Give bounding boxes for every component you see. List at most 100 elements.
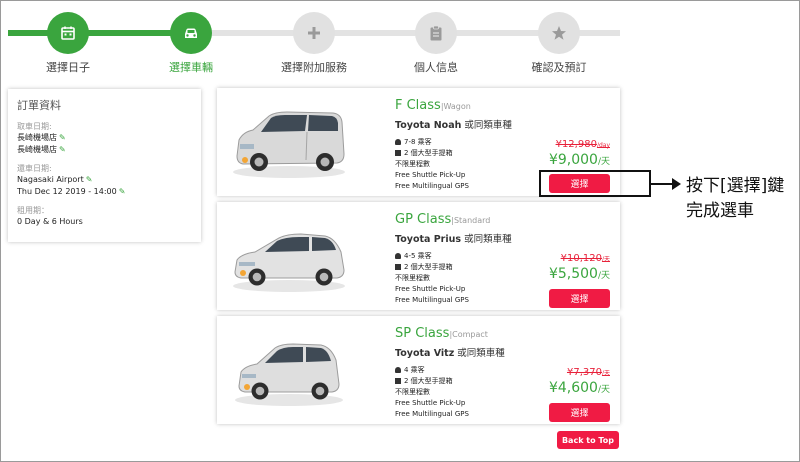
sale-price: ¥5,500/天 bbox=[549, 266, 610, 282]
car-model-alt: 或同類車種 bbox=[461, 120, 512, 131]
pickup-location-2: 長崎機場店 bbox=[17, 145, 57, 154]
car-class: F Class|Wagon bbox=[395, 98, 535, 113]
person-icon bbox=[395, 367, 401, 373]
select-car-button[interactable]: 選擇 bbox=[549, 289, 610, 308]
person-icon bbox=[395, 253, 401, 259]
sale-price-unit: /天 bbox=[597, 157, 610, 167]
car-icon bbox=[170, 12, 212, 54]
gps-text: Free Multilingual GPS bbox=[395, 296, 469, 304]
original-price-unit: /day bbox=[596, 142, 610, 149]
rental-period-value: 0 Day & 6 Hours bbox=[17, 217, 83, 226]
sale-price: ¥9,000/天 bbox=[549, 152, 610, 168]
suitcase-icon bbox=[395, 378, 401, 384]
order-title: 訂單資料 bbox=[17, 99, 61, 112]
calendar-icon bbox=[47, 12, 89, 54]
car-card-gp-class: GP Class|Standard Toyota Prius 或同類車種 4-5… bbox=[217, 202, 620, 310]
car-model: Toyota Prius 或同類車種 bbox=[395, 231, 535, 245]
step-extra-services[interactable]: 選擇附加服務 bbox=[254, 0, 374, 75]
sale-price-unit: /天 bbox=[597, 271, 610, 281]
annotation-line-1: 按下[選擇]鍵 bbox=[686, 176, 785, 196]
step-personal-info[interactable]: 個人信息 bbox=[376, 0, 496, 75]
mileage-text: 不限里程數 bbox=[395, 160, 430, 168]
sale-price-value: ¥9,000 bbox=[548, 152, 598, 168]
luggage-text: 2 個大型手提箱 bbox=[404, 149, 453, 157]
luggage-row: 2 個大型手提箱 bbox=[395, 376, 535, 387]
step-label: 選擇車輛 bbox=[169, 61, 213, 74]
passengers-text: 4 乘客 bbox=[404, 366, 425, 374]
car-image-minivan bbox=[233, 111, 345, 178]
edit-icon[interactable]: ✎ bbox=[119, 187, 126, 196]
original-price: ¥7,370/天 bbox=[567, 367, 610, 378]
sale-price-value: ¥4,600 bbox=[548, 380, 598, 396]
sale-price-unit: /天 bbox=[597, 385, 610, 395]
shuttle-text: Free Shuttle Pick-Up bbox=[395, 285, 466, 293]
clipboard-icon bbox=[415, 12, 457, 54]
rental-period-label: 租用期： bbox=[17, 206, 49, 215]
sale-price-value: ¥5,500 bbox=[548, 266, 598, 282]
car-model-name: Toyota Vitz bbox=[395, 348, 455, 359]
car-class-name: SP Class bbox=[395, 326, 450, 341]
car-image-compact bbox=[235, 343, 343, 406]
step-label: 確認及預訂 bbox=[531, 61, 587, 74]
car-class-type: |Wagon bbox=[440, 102, 471, 111]
pickup-date-label: 取車日期: bbox=[17, 122, 52, 131]
original-price-value: ¥12,980 bbox=[555, 139, 597, 150]
car-specs: 7-8 乘客 2 個大型手提箱 不限里程數 Free Shuttle Pick-… bbox=[395, 137, 535, 192]
pickup-location-row-2: 長崎機場店 ✎ bbox=[17, 144, 192, 156]
car-specs: 4 乘客 2 個大型手提箱 不限里程數 Free Shuttle Pick-Up… bbox=[395, 365, 535, 420]
return-location-row: Nagasaki Airport ✎ bbox=[17, 174, 192, 186]
return-date-label: 還車日期: bbox=[17, 164, 52, 173]
luggage-text: 2 個大型手提箱 bbox=[404, 377, 453, 385]
order-details-panel: 訂單資料 取車日期: 長崎機場店 ✎ 長崎機場店 ✎ 還車日期: Nagasaki … bbox=[8, 89, 201, 242]
original-price-unit: /天 bbox=[601, 370, 610, 377]
annotation-arrow-icon bbox=[672, 178, 681, 190]
car-model-name: Toyota Prius bbox=[395, 234, 462, 245]
luggage-row: 2 個大型手提箱 bbox=[395, 262, 535, 273]
car-class-name: GP Class bbox=[395, 212, 452, 227]
passengers-row: 4 乘客 bbox=[395, 365, 535, 376]
step-label: 個人信息 bbox=[414, 61, 458, 74]
step-label: 選擇日子 bbox=[46, 61, 90, 74]
star-icon bbox=[538, 12, 580, 54]
car-model: Toyota Vitz 或同類車種 bbox=[395, 345, 535, 359]
step-select-date[interactable]: 選擇日子 bbox=[8, 0, 128, 75]
original-price-value: ¥10,120 bbox=[560, 253, 602, 264]
car-model-alt: 或同類車種 bbox=[454, 348, 505, 359]
return-datetime-row: Thu Dec 12 2019 - 14:00 ✎ bbox=[17, 186, 192, 198]
pickup-location: 長崎機場店 bbox=[17, 133, 57, 142]
annotation-line-2: 完成選車 bbox=[686, 201, 754, 221]
gps-text: Free Multilingual GPS bbox=[395, 410, 469, 418]
car-class-type: |Compact bbox=[449, 330, 488, 339]
gps-text: Free Multilingual GPS bbox=[395, 182, 469, 190]
step-select-car[interactable]: 選擇車輛 bbox=[131, 0, 251, 75]
car-model-alt: 或同類車種 bbox=[461, 234, 512, 245]
pickup-location-row: 長崎機場店 ✎ bbox=[17, 132, 192, 144]
car-class-name: F Class bbox=[395, 98, 441, 113]
car-info: GP Class|Standard Toyota Prius 或同類車種 4-5… bbox=[395, 212, 535, 306]
passengers-text: 4-5 乘客 bbox=[404, 252, 432, 260]
return-datetime: Thu Dec 12 2019 - 14:00 bbox=[17, 187, 117, 196]
car-specs: 4-5 乘客 2 個大型手提箱 不限里程數 Free Shuttle Pick-… bbox=[395, 251, 535, 306]
highlight-box bbox=[539, 170, 651, 197]
select-car-button[interactable]: 選擇 bbox=[549, 403, 610, 422]
car-info: SP Class|Compact Toyota Vitz 或同類車種 4 乘客 … bbox=[395, 326, 535, 420]
shuttle-text: Free Shuttle Pick-Up bbox=[395, 399, 466, 407]
edit-icon[interactable]: ✎ bbox=[59, 145, 66, 154]
edit-icon[interactable]: ✎ bbox=[59, 133, 66, 142]
sale-price: ¥4,600/天 bbox=[549, 380, 610, 396]
luggage-text: 2 個大型手提箱 bbox=[404, 263, 453, 271]
suitcase-icon bbox=[395, 150, 401, 156]
shuttle-text: Free Shuttle Pick-Up bbox=[395, 171, 466, 179]
car-class: GP Class|Standard bbox=[395, 212, 535, 227]
back-to-top-button[interactable]: Back to Top bbox=[557, 431, 619, 449]
car-class-type: |Standard bbox=[451, 216, 491, 225]
edit-icon[interactable]: ✎ bbox=[86, 175, 93, 184]
original-price-value: ¥7,370 bbox=[566, 367, 602, 378]
mileage-text: 不限里程數 bbox=[395, 388, 430, 396]
suitcase-icon bbox=[395, 264, 401, 270]
car-class: SP Class|Compact bbox=[395, 326, 535, 341]
step-confirm-book[interactable]: 確認及預訂 bbox=[499, 0, 619, 75]
annotation-text: 按下[選擇]鍵 完成選車 bbox=[686, 174, 796, 224]
luggage-row: 2 個大型手提箱 bbox=[395, 148, 535, 159]
original-price-unit: /天 bbox=[601, 256, 610, 263]
